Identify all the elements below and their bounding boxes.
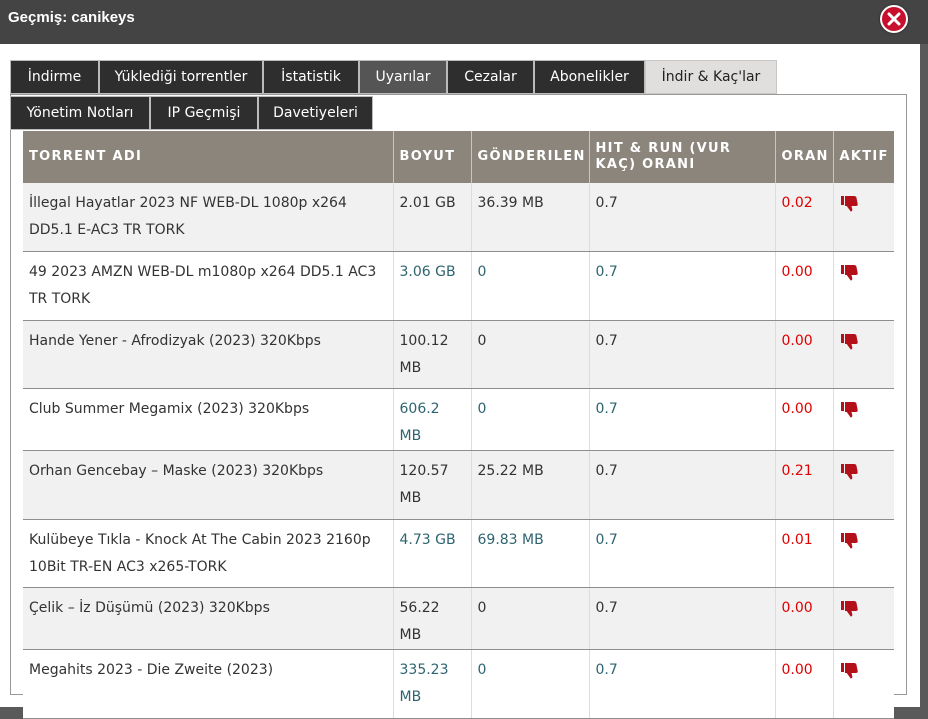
column-header-torrent-name[interactable]: Torrent Adı [23,131,394,183]
thumbs-down-icon [840,399,860,419]
table-row: 49 2023 AMZN WEB-DL m1080p x264 DD5.1 AC… [23,251,894,321]
table-row: Çelik – İz Düşümü (2023) 320Kbps 56.22 MB… [23,587,894,650]
tab-abonelikler[interactable]: Abonelikler [534,60,645,94]
table-header-row: Torrent Adı Boyut Gönderilen Hit & Run (… [23,131,894,183]
hit-run-ratio-cell: 0.7 [589,251,776,321]
active-cell [833,587,894,650]
table-row: Orhan Gencebay – Maske (2023) 320Kbps 120… [23,450,894,520]
tab-yukledigi-torrentler[interactable]: Yüklediği torrentler [99,60,263,94]
size-cell: 100.12 MB [393,320,472,389]
torrent-name-cell[interactable]: Çelik – İz Düşümü (2023) 320Kbps [23,587,394,650]
column-header-ratio[interactable]: Oran [775,131,834,183]
hit-run-ratio-cell: 0.7 [589,587,776,650]
thumbs-down-icon [840,461,860,481]
size-cell: 335.23 MB [393,649,472,719]
column-header-size[interactable]: Boyut [393,131,472,183]
tab-indir-kaclar[interactable]: İndir & Kaç'lar [645,60,777,94]
torrent-name-cell[interactable]: Club Summer Megamix (2023) 320Kbps [23,388,394,451]
hit-run-ratio-cell: 0.7 [589,388,776,451]
ratio-cell: 0.21 [775,450,834,520]
size-cell: 3.06 GB [393,251,472,321]
active-cell [833,251,894,321]
active-cell [833,183,894,252]
thumbs-down-icon [840,193,860,213]
sent-cell: 0 [471,388,590,451]
thumbs-down-icon [840,262,860,282]
hit-run-ratio-cell: 0.7 [589,450,776,520]
sent-cell: 0 [471,587,590,650]
tab-indirme[interactable]: İndirme [10,60,99,94]
ratio-cell: 0.01 [775,519,834,588]
table-row: Club Summer Megamix (2023) 320Kbps 606.2 … [23,388,894,451]
size-cell: 2.01 GB [393,183,472,252]
thumbs-down-icon [840,530,860,550]
sent-cell: 0 [471,649,590,719]
tab-istatistik[interactable]: İstatistik [263,60,359,94]
ratio-cell: 0.00 [775,320,834,389]
active-cell [833,388,894,451]
ratio-cell: 0.00 [775,251,834,321]
size-cell: 120.57 MB [393,450,472,520]
close-icon [887,12,901,26]
active-cell [833,450,894,520]
ratio-cell: 0.02 [775,183,834,252]
thumbs-down-icon [840,660,860,680]
tab-cezalar[interactable]: Cezalar [447,60,534,94]
table-row: Kulübeye Tıkla - Knock At The Cabin 2023… [23,519,894,588]
sent-cell: 0 [471,320,590,389]
hit-run-ratio-cell: 0.7 [589,519,776,588]
size-cell: 4.73 GB [393,519,472,588]
tab-ip-gecmisi[interactable]: IP Geçmişi [150,96,258,130]
torrent-name-cell[interactable]: Orhan Gencebay – Maske (2023) 320Kbps [23,450,394,520]
thumbs-down-icon [840,331,860,351]
hit-run-ratio-cell: 0.7 [589,320,776,389]
table-row: İllegal Hayatlar 2023 NF WEB-DL 1080p x2… [23,183,894,252]
window-titlebar: Geçmiş: canikeys [0,0,928,44]
torrent-name-cell[interactable]: Megahits 2023 - Die Zweite (2023) [23,649,394,719]
ratio-cell: 0.00 [775,587,834,650]
hit-run-ratio-cell: 0.7 [589,183,776,252]
sent-cell: 0 [471,251,590,321]
column-header-hit-run-ratio[interactable]: Hit & Run (Vur Kaç) Oranı [589,131,776,183]
torrent-name-cell[interactable]: Hande Yener - Afrodizyak (2023) 320Kbps [23,320,394,389]
column-header-active[interactable]: Aktif [833,131,894,183]
active-cell [833,649,894,719]
column-header-sent[interactable]: Gönderilen [471,131,590,183]
sent-cell: 69.83 MB [471,519,590,588]
hit-run-ratio-cell: 0.7 [589,649,776,719]
size-cell: 56.22 MB [393,587,472,650]
torrent-name-cell[interactable]: İllegal Hayatlar 2023 NF WEB-DL 1080p x2… [23,183,394,252]
window-title: Geçmiş: canikeys [8,9,135,26]
hit-and-run-table: Torrent Adı Boyut Gönderilen Hit & Run (… [23,131,894,719]
sent-cell: 36.39 MB [471,183,590,252]
thumbs-down-icon [840,598,860,618]
ratio-cell: 0.00 [775,388,834,451]
torrent-name-cell[interactable]: 49 2023 AMZN WEB-DL m1080p x264 DD5.1 AC… [23,251,394,321]
tab-davetiyeleri[interactable]: Davetiyeleri [258,96,373,130]
size-cell: 606.2 MB [393,388,472,451]
ratio-cell: 0.00 [775,649,834,719]
table-row: Hande Yener - Afrodizyak (2023) 320Kbps 1… [23,320,894,389]
active-cell [833,320,894,389]
right-border [920,44,928,711]
tab-uyarilar[interactable]: Uyarılar [359,60,447,94]
table-row: Megahits 2023 - Die Zweite (2023) 335.23 … [23,649,894,719]
tab-yonetim-notlari[interactable]: Yönetim Notları [10,96,150,130]
close-button[interactable] [880,5,908,33]
sent-cell: 25.22 MB [471,450,590,520]
active-cell [833,519,894,588]
torrent-name-cell[interactable]: Kulübeye Tıkla - Knock At The Cabin 2023… [23,519,394,588]
